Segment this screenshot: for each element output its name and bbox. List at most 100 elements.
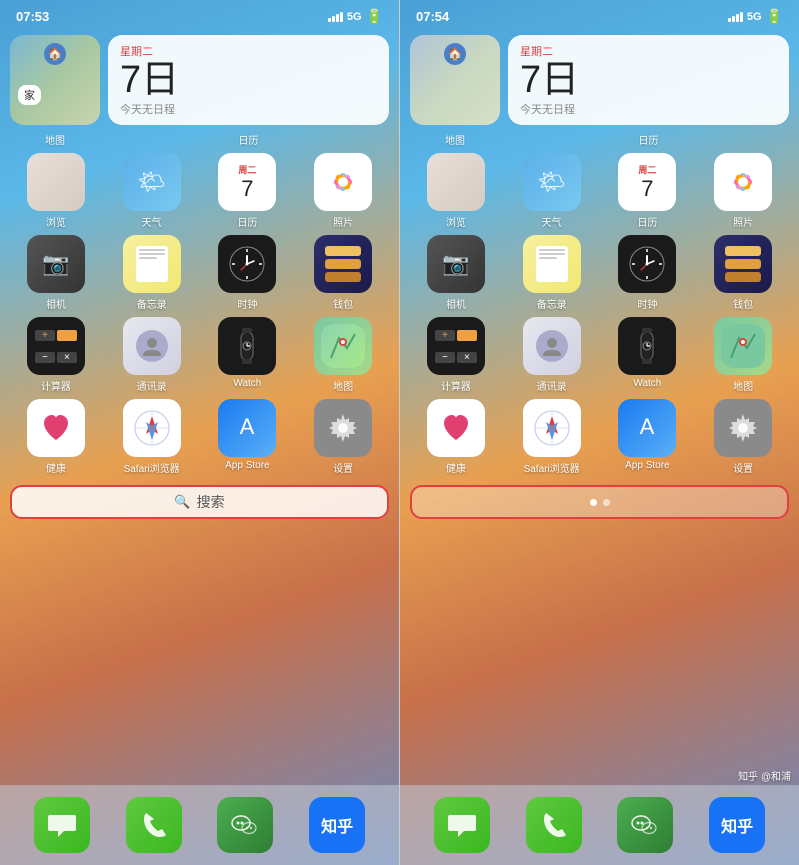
right-app-clock[interactable]: 时钟 (602, 235, 694, 311)
left-dock-phone[interactable] (126, 797, 182, 853)
left-cal-no-event: 今天无日程 (120, 101, 377, 117)
right-app-photos[interactable]: 照片 (697, 153, 789, 229)
left-app-clock[interactable]: 时钟 (202, 235, 294, 311)
left-battery-icon: 🔋 (366, 8, 383, 25)
right-app-health[interactable]: 健康 (410, 399, 502, 475)
right-network: 5G (747, 11, 762, 23)
right-dock-phone[interactable] (526, 797, 582, 853)
right-health-icon (427, 399, 485, 457)
left-calendar-widget[interactable]: 星期二 7日 今天无日程 (108, 35, 389, 125)
right-app-safari[interactable]: Safari浏览器 (506, 399, 598, 475)
right-dock-messages[interactable] (434, 797, 490, 853)
right-page-dots-container (400, 479, 799, 525)
left-watch-icon (218, 317, 276, 375)
left-app-weather[interactable]: 🌤 天气 (106, 153, 198, 229)
right-maps-label: 地图 (733, 378, 753, 393)
left-dock-wechat[interactable] (217, 797, 273, 853)
right-browse-icon (427, 153, 485, 211)
left-app-maps[interactable]: 地图 (297, 317, 389, 393)
left-clock-icon (218, 235, 276, 293)
left-weather-label: 天气 (142, 214, 162, 229)
left-maps-label: 地图 (333, 378, 353, 393)
right-contacts-icon (523, 317, 581, 375)
right-contacts-label: 通讯录 (537, 378, 567, 393)
left-health-icon (27, 399, 85, 457)
left-map-widget[interactable]: 🏠 家 (10, 35, 100, 125)
right-map-widget[interactable]: 🏠 (410, 35, 500, 125)
right-calc-label: 计算器 (441, 378, 471, 393)
right-clock-label: 时钟 (637, 296, 657, 311)
left-widget-labels: 地图 日历 (0, 129, 399, 149)
left-maps-icon (314, 317, 372, 375)
right-app-calc[interactable]: + ÷ − × 计算器 (410, 317, 502, 393)
svg-text:A: A (640, 414, 655, 439)
right-wallet-label: 钱包 (733, 296, 753, 311)
right-page-dot-2 (603, 499, 610, 506)
right-notes-icon (523, 235, 581, 293)
left-network: 5G (347, 11, 362, 23)
left-search-icon: 🔍 (174, 494, 190, 510)
left-dock: 知乎 (0, 785, 399, 865)
left-app-contacts[interactable]: 通讯录 (106, 317, 198, 393)
left-cal-day: 星期二 (120, 43, 377, 59)
right-dock-zhihu[interactable]: 知乎 (709, 797, 765, 853)
right-app-grid: 浏览 🌤 天气 周二 7 日历 (400, 149, 799, 479)
right-app-watch[interactable]: Watch (602, 317, 694, 393)
right-camera-icon: 📷 (427, 235, 485, 293)
right-calendar-widget[interactable]: 星期二 7日 今天无日程 (508, 35, 789, 125)
right-page-dots-box (410, 485, 789, 519)
left-app-appstore[interactable]: A App Store (202, 399, 294, 475)
right-dock-wechat[interactable] (617, 797, 673, 853)
right-page-dots (590, 499, 610, 506)
right-app-settings[interactable]: 设置 (697, 399, 789, 475)
right-dock: 知乎 (400, 785, 799, 865)
left-app-camera[interactable]: 📷 相机 (10, 235, 102, 311)
left-app-safari[interactable]: Safari浏览器 (106, 399, 198, 475)
right-app-contacts[interactable]: 通讯录 (506, 317, 598, 393)
left-status-right: 5G 🔋 (328, 8, 383, 25)
right-app-maps[interactable]: 地图 (697, 317, 789, 393)
right-calc-icon: + ÷ − × (427, 317, 485, 375)
right-app-wallet[interactable]: 钱包 (697, 235, 789, 311)
left-app-calendar[interactable]: 周二 7 日历 (202, 153, 294, 229)
left-notes-label: 备忘录 (137, 296, 167, 311)
right-app-notes[interactable]: 备忘录 (506, 235, 598, 311)
left-dock-messages[interactable] (34, 797, 90, 853)
right-widgets-row: 🏠 星期二 7日 今天无日程 (400, 29, 799, 129)
right-phone-screen: 07:54 5G 🔋 🏠 星期二 7日 今天无日程 地图 日历 (400, 0, 799, 865)
left-camera-label: 相机 (46, 296, 66, 311)
left-app-settings[interactable]: 设置 (297, 399, 389, 475)
right-clock-icon (618, 235, 676, 293)
right-battery-icon: 🔋 (766, 8, 783, 25)
right-notes-label: 备忘录 (537, 296, 567, 311)
left-phone-screen: 07:53 5G 🔋 🏠 家 星期二 7日 今天无日程 地图 日历 (0, 0, 399, 865)
right-page-dot-1 (590, 499, 597, 506)
left-browse-icon (27, 153, 85, 211)
left-app-health[interactable]: 健康 (10, 399, 102, 475)
left-appstore-label: App Store (225, 460, 269, 471)
right-app-weather[interactable]: 🌤 天气 (506, 153, 598, 229)
right-camera-label: 相机 (446, 296, 466, 311)
left-app-photos[interactable]: 照片 (297, 153, 389, 229)
left-dock-zhihu[interactable]: 知乎 (309, 797, 365, 853)
left-cal-label: 日历 (108, 132, 389, 147)
right-app-appstore[interactable]: A App Store (602, 399, 694, 475)
left-app-browse[interactable]: 浏览 (10, 153, 102, 229)
left-time: 07:53 (16, 9, 49, 24)
left-wallet-label: 钱包 (333, 296, 353, 311)
left-health-label: 健康 (46, 460, 66, 475)
left-search-container: 🔍 搜索 (0, 479, 399, 525)
left-safari-icon (123, 399, 181, 457)
left-contacts-label: 通讯录 (137, 378, 167, 393)
left-weather-icon: 🌤 (123, 153, 181, 211)
left-app-calc[interactable]: + ÷ − × 计算器 (10, 317, 102, 393)
left-app-notes[interactable]: 备忘录 (106, 235, 198, 311)
left-app-watch[interactable]: Watch (202, 317, 294, 393)
left-app-wallet[interactable]: 钱包 (297, 235, 389, 311)
right-app-calendar[interactable]: 周二 7 日历 (602, 153, 694, 229)
right-appstore-label: App Store (625, 460, 669, 471)
right-status-right: 5G 🔋 (728, 8, 783, 25)
right-app-camera[interactable]: 📷 相机 (410, 235, 502, 311)
right-app-browse[interactable]: 浏览 (410, 153, 502, 229)
left-search-bar[interactable]: 🔍 搜索 (10, 485, 389, 519)
